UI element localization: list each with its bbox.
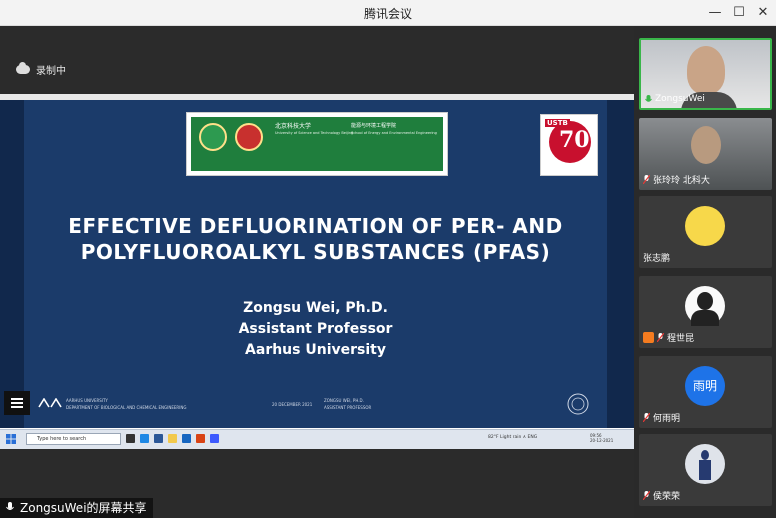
windows-start-icon <box>6 434 16 444</box>
footer-department: DEPARTMENT OF BIOLOGICAL AND CHEMICAL EN… <box>66 405 187 410</box>
mic-active-icon <box>645 94 652 102</box>
powerpoint-icon <box>196 434 205 443</box>
shared-screen: 北京科技大学 University of Science and Technol… <box>0 94 634 449</box>
banner-cn-school: 能源与环境工程学院 <box>351 123 397 129</box>
avatar <box>685 286 725 326</box>
task-view-icon <box>126 434 135 443</box>
mic-muted-icon <box>643 413 650 422</box>
footer-university: AARHUS UNIVERSITY <box>66 398 108 403</box>
participant-name: 侯荣荣 <box>643 489 680 502</box>
emblem-icon <box>235 123 263 151</box>
participant-video <box>687 46 725 94</box>
participant-tile[interactable]: 张玲玲 北科大 <box>639 118 772 190</box>
footer-role: ASSISTANT PROFESSOR <box>324 405 372 410</box>
avatar <box>685 444 725 484</box>
os-date: 20-12-2021 <box>590 438 614 443</box>
participant-tile[interactable]: 侯荣荣 <box>639 434 772 506</box>
participant-panel: ZongsuWei 张玲玲 北科大 张志鹏 程世昆 雨明 何雨明 侯荣荣 <box>634 26 776 518</box>
slide-title-line1: EFFECTIVE DEFLUORINATION OF PER- AND <box>68 214 563 238</box>
window-titlebar: 腾讯会议 — ☐ ✕ <box>0 0 776 26</box>
cloud-record-icon <box>16 62 30 74</box>
mic-muted-icon <box>657 333 664 342</box>
aarhus-logo-icon <box>38 398 62 408</box>
participant-name: ZongsuWei <box>645 94 705 104</box>
recording-indicator[interactable]: 录制中 <box>16 62 66 77</box>
ustb-logo-text: USTB <box>545 119 570 127</box>
slide-title-line2: POLYFLUOROALKYL SUBSTANCES (PFAS) <box>80 240 551 264</box>
participant-tile[interactable]: 程世昆 <box>639 276 772 348</box>
os-search-input: Type here to search <box>26 433 121 445</box>
banner-en-school: School of Energy and Environmental Engin… <box>351 131 437 135</box>
maximize-button[interactable]: ☐ <box>726 3 752 23</box>
mic-muted-icon <box>643 491 650 500</box>
os-tray: 82°F Light rain ∧ ENG <box>488 435 538 440</box>
app-icon <box>210 434 219 443</box>
footer-date: 20 DECEMBER 2021 <box>272 402 313 407</box>
slide-left-margin <box>0 100 24 428</box>
screen-share-label: ZongsuWei的屏幕共享 <box>0 498 153 518</box>
close-button[interactable]: ✕ <box>750 3 776 23</box>
participant-name: 何雨明 <box>643 411 680 424</box>
ustb-logo-num: 70 <box>559 127 590 153</box>
participant-tile[interactable]: 雨明 何雨明 <box>639 356 772 428</box>
participant-tile[interactable]: 张志鹏 <box>639 196 772 268</box>
shared-os-taskbar: Type here to search 82°F Light rain ∧ EN… <box>0 429 634 449</box>
minimize-button[interactable]: — <box>702 3 728 23</box>
footer-name: ZONGSU WEI, PH.D. <box>324 398 364 403</box>
mic-muted-icon <box>643 175 650 184</box>
screen-share-text: ZongsuWei的屏幕共享 <box>20 501 147 515</box>
participant-name: 张玲玲 北科大 <box>643 173 710 186</box>
author-affiliation: Aarhus University <box>245 342 386 358</box>
participant-video <box>691 126 721 164</box>
os-clock: 09:56 20-12-2021 <box>590 433 613 443</box>
main-stage: 录制中 北京科技大学 University of Science and Tec… <box>0 26 634 518</box>
presentation-slide: 北京科技大学 University of Science and Technol… <box>24 100 607 428</box>
university-seal-icon <box>567 393 589 415</box>
university-banner: 北京科技大学 University of Science and Technol… <box>186 112 448 176</box>
word-icon <box>182 434 191 443</box>
avatar <box>685 206 725 246</box>
store-icon <box>154 434 163 443</box>
recording-label: 录制中 <box>36 66 66 77</box>
author-role: Assistant Professor <box>238 321 393 337</box>
seal-icon <box>199 123 227 151</box>
participant-tile[interactable]: ZongsuWei <box>639 38 772 110</box>
ustb-logo: 70 USTB <box>540 114 598 176</box>
host-icon <box>643 332 654 343</box>
slide-right-margin <box>607 100 634 428</box>
banner-en-univ: University of Science and Technology Bei… <box>275 131 354 135</box>
folder-icon <box>168 434 177 443</box>
banner-cn-univ: 北京科技大学 <box>275 123 312 130</box>
author-name: Zongsu Wei, Ph.D. <box>243 300 388 316</box>
participant-name: 张志鹏 <box>643 254 671 264</box>
avatar: 雨明 <box>685 366 725 406</box>
menu-icon[interactable] <box>4 391 30 415</box>
window-title: 腾讯会议 <box>363 7 412 21</box>
mic-icon <box>6 502 14 510</box>
edge-icon <box>140 434 149 443</box>
participant-name: 程世昆 <box>643 331 694 344</box>
